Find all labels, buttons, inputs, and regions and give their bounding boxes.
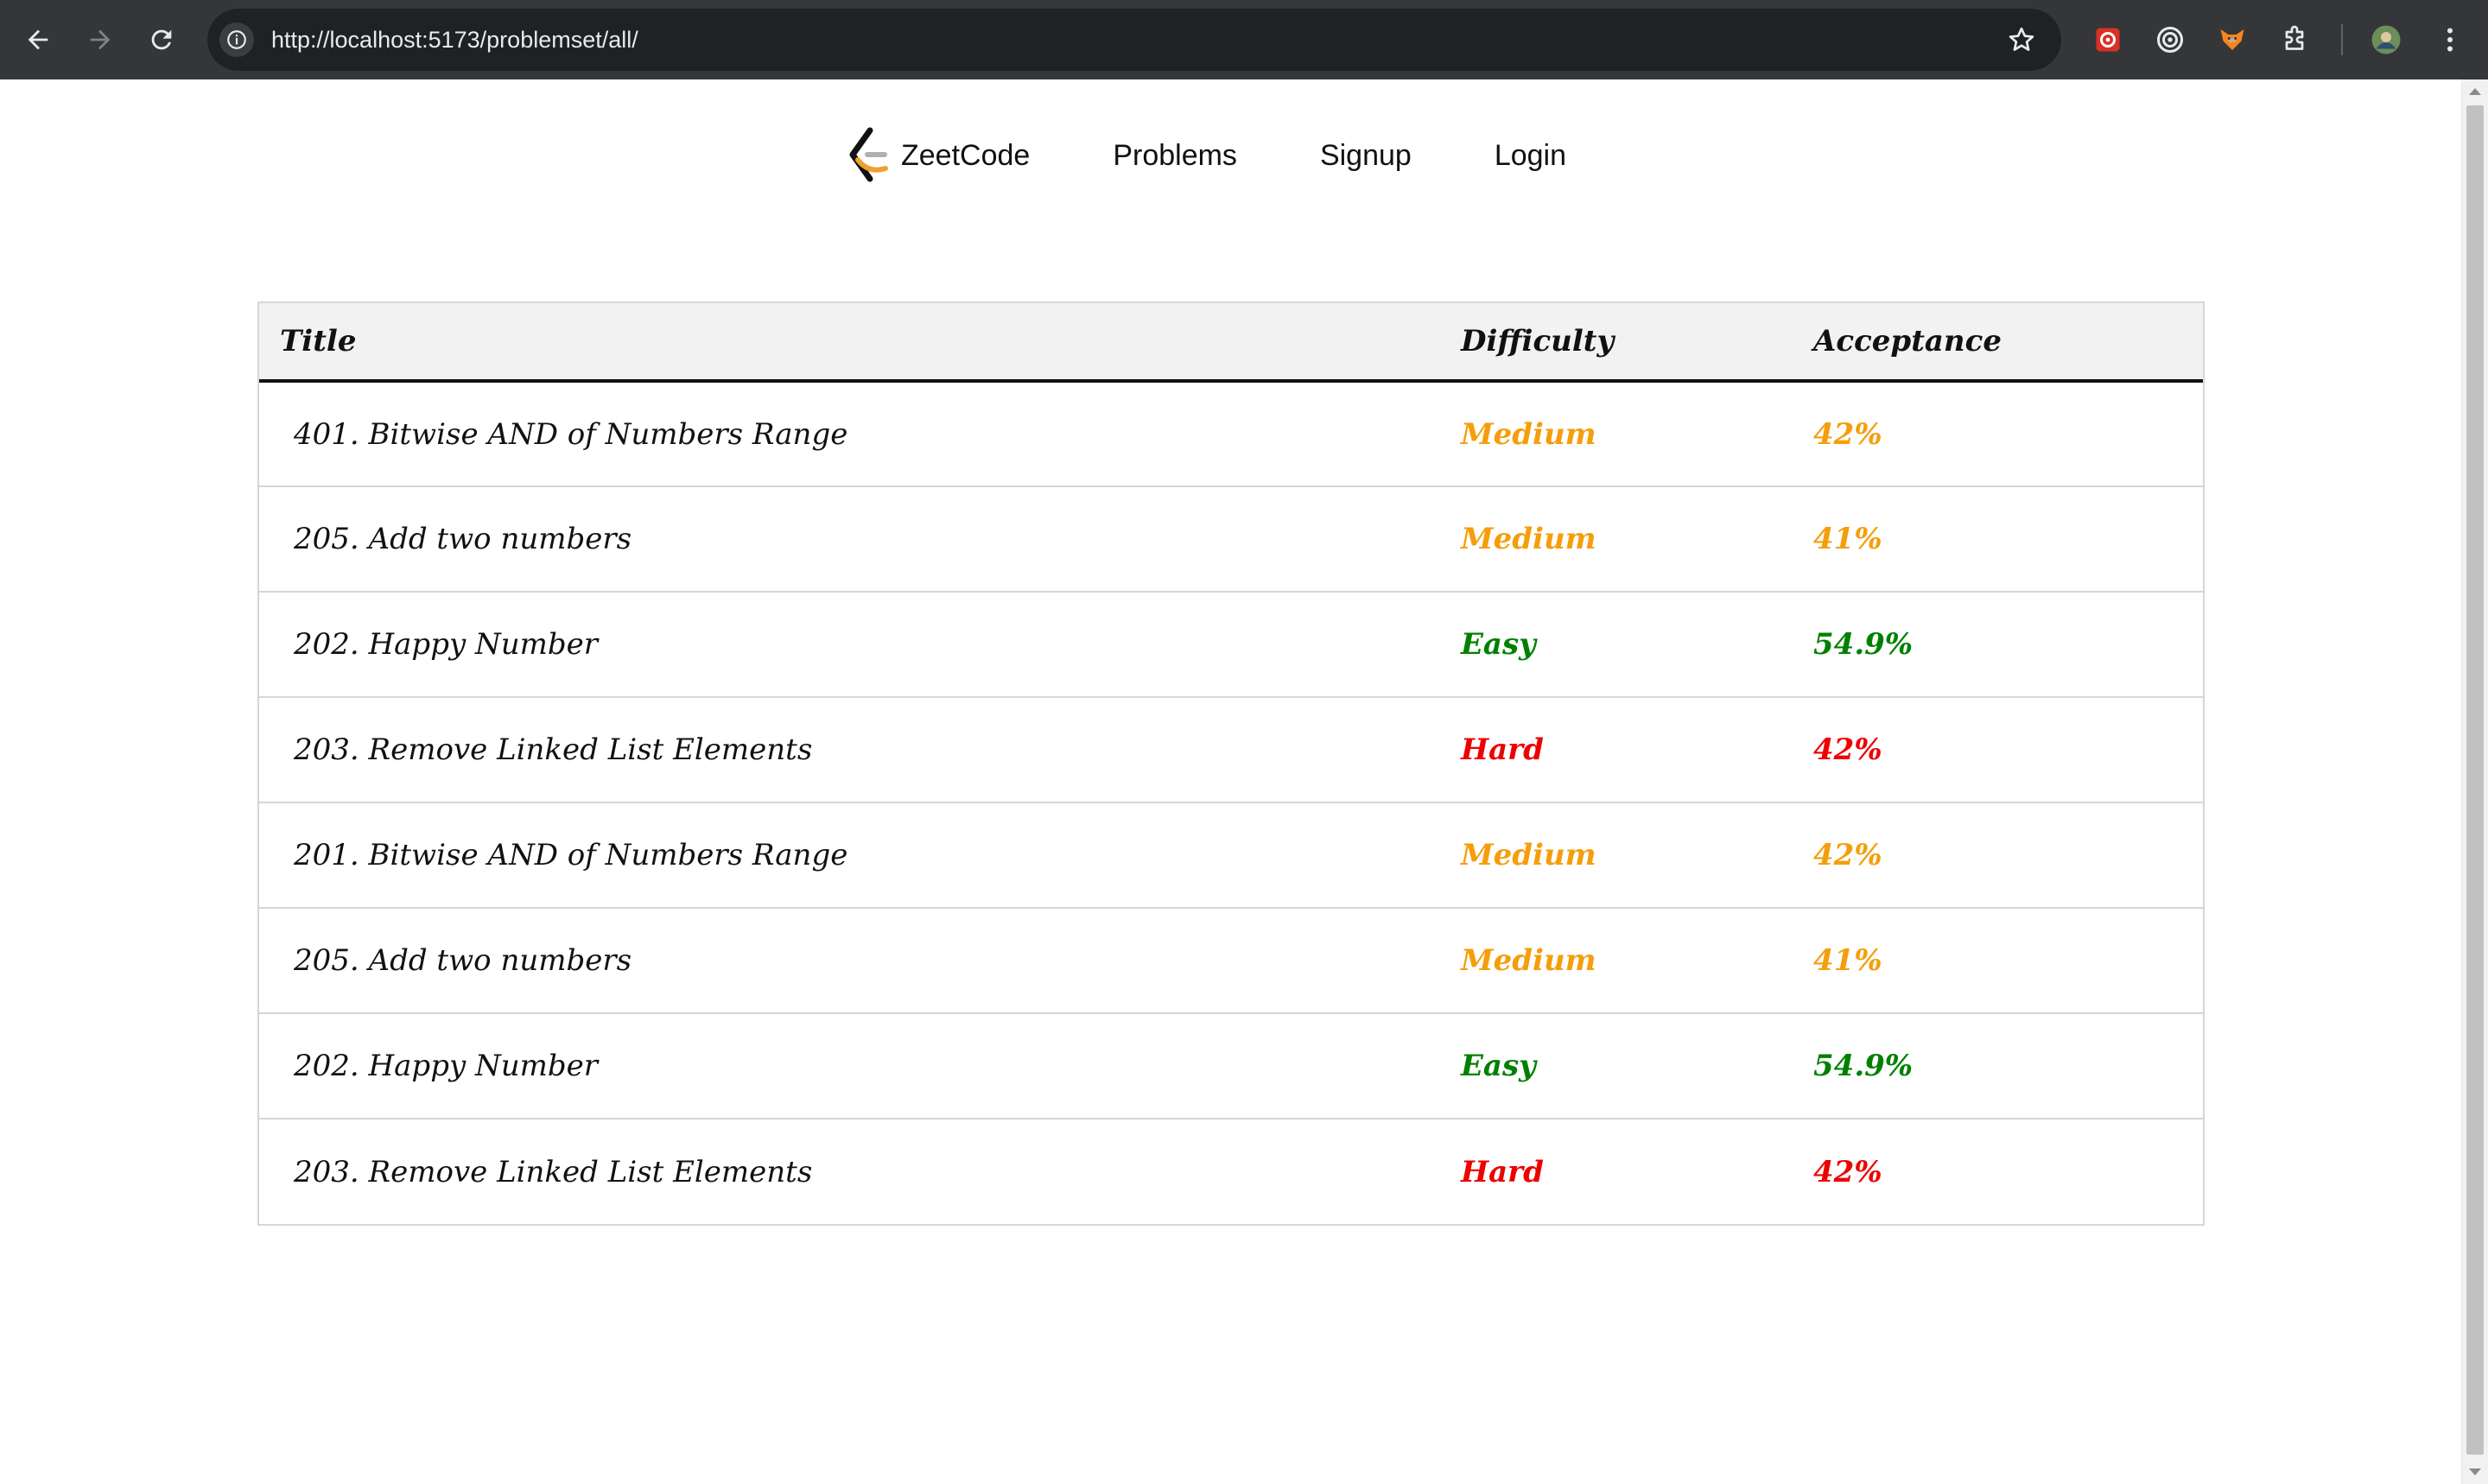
- problem-acceptance: 54.9%: [1813, 1049, 1914, 1083]
- problem-difficulty: Medium: [1461, 838, 1596, 872]
- header-title: Title: [280, 324, 357, 358]
- puzzle-icon[interactable]: [2274, 19, 2315, 60]
- profile-avatar[interactable]: [2365, 19, 2407, 60]
- extension-red-icon[interactable]: [2087, 19, 2129, 60]
- table-row[interactable]: 205. Add two numbers Medium 41%: [259, 908, 2203, 1013]
- problem-title[interactable]: 401. Bitwise AND of Numbers Range: [259, 381, 1461, 486]
- problem-title[interactable]: 205. Add two numbers: [259, 908, 1461, 1013]
- scroll-up-icon[interactable]: [2469, 88, 2481, 95]
- toolbar-separator: [2341, 24, 2343, 55]
- header-acceptance: Acceptance: [1813, 324, 2002, 358]
- problem-acceptance: 42%: [1813, 1154, 1882, 1189]
- problem-difficulty: Medium: [1461, 943, 1596, 978]
- nav-link-problems[interactable]: Problems: [1113, 139, 1237, 173]
- problem-acceptance: 41%: [1813, 522, 1882, 556]
- back-arrow-icon[interactable]: [17, 19, 59, 60]
- table-row[interactable]: 203. Remove Linked List Elements Hard 42…: [259, 1119, 2203, 1224]
- table-row[interactable]: 202. Happy Number Easy 54.9%: [259, 1013, 2203, 1119]
- bookmark-star-icon[interactable]: [2006, 24, 2037, 55]
- table-header-row: Title Difficulty Acceptance: [259, 303, 2203, 381]
- problem-title[interactable]: 205. Add two numbers: [259, 486, 1461, 592]
- problem-title[interactable]: 201. Bitwise AND of Numbers Range: [259, 802, 1461, 908]
- address-bar[interactable]: http://localhost:5173/problemset/all/: [207, 9, 2061, 71]
- problem-acceptance: 42%: [1813, 838, 1882, 872]
- extension-target-icon[interactable]: [2149, 19, 2191, 60]
- nav-link-login[interactable]: Login: [1495, 139, 1566, 173]
- problem-acceptance: 42%: [1813, 732, 1882, 767]
- table-row[interactable]: 205. Add two numbers Medium 41%: [259, 486, 2203, 592]
- page-scrollbar[interactable]: [2461, 79, 2488, 1484]
- browser-toolbar: http://localhost:5173/problemset/all/: [0, 0, 2488, 79]
- table-row[interactable]: 203. Remove Linked List Elements Hard 42…: [259, 697, 2203, 802]
- problem-difficulty: Hard: [1461, 1154, 1544, 1189]
- site-navbar: ZeetCode Problems Signup Login: [0, 79, 2461, 231]
- forward-arrow-icon[interactable]: [79, 19, 121, 60]
- problem-difficulty: Medium: [1461, 416, 1596, 452]
- problem-title[interactable]: 202. Happy Number: [259, 1013, 1461, 1119]
- extension-fox-icon[interactable]: [2212, 19, 2253, 60]
- site-info-icon[interactable]: [219, 22, 254, 57]
- problem-title[interactable]: 203. Remove Linked List Elements: [259, 697, 1461, 802]
- problem-acceptance: 54.9%: [1813, 627, 1914, 662]
- table-row[interactable]: 201. Bitwise AND of Numbers Range Medium…: [259, 802, 2203, 908]
- brand-name: ZeetCode: [901, 138, 1031, 172]
- problems-table: Title Difficulty Acceptance 401. Bitwise…: [257, 301, 2205, 1226]
- header-difficulty: Difficulty: [1461, 324, 1615, 358]
- problem-acceptance: 42%: [1813, 416, 1882, 452]
- problem-difficulty: Hard: [1461, 732, 1544, 767]
- problem-acceptance: 41%: [1813, 943, 1882, 978]
- reload-icon[interactable]: [141, 19, 182, 60]
- scrollbar-thumb[interactable]: [2466, 105, 2484, 1455]
- brand-logo-link[interactable]: ZeetCode: [842, 125, 1030, 186]
- problem-title[interactable]: 202. Happy Number: [259, 592, 1461, 697]
- table-row[interactable]: 202. Happy Number Easy 54.9%: [259, 592, 2203, 697]
- problem-difficulty: Medium: [1461, 522, 1596, 556]
- scroll-down-icon[interactable]: [2469, 1468, 2481, 1475]
- problem-difficulty: Easy: [1461, 1049, 1536, 1083]
- more-menu-icon[interactable]: [2429, 19, 2471, 60]
- problem-difficulty: Easy: [1461, 627, 1536, 662]
- table-row[interactable]: 401. Bitwise AND of Numbers Range Medium…: [259, 381, 2203, 486]
- problem-title[interactable]: 203. Remove Linked List Elements: [259, 1119, 1461, 1224]
- nav-link-signup[interactable]: Signup: [1320, 139, 1412, 173]
- url-text[interactable]: http://localhost:5173/problemset/all/: [271, 9, 638, 71]
- zeetcode-logo-icon: [849, 127, 888, 182]
